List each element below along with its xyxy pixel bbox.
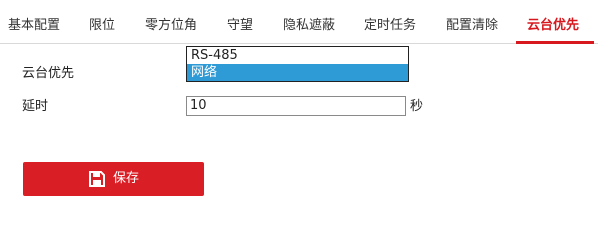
delay-label: 延时 [22, 99, 49, 114]
active-tab-indicator [516, 41, 594, 44]
tab-limit[interactable]: 限位 [89, 16, 115, 36]
tab-park-action[interactable]: 守望 [227, 16, 253, 36]
tab-scheduled-task[interactable]: 定时任务 [364, 16, 416, 36]
priority-label: 云台优先 [22, 66, 75, 81]
priority-option-rs485[interactable]: RS-485 [187, 47, 408, 64]
delay-unit-label: 秒 [410, 99, 424, 114]
save-button-label: 保存 [113, 171, 140, 186]
tab-privacy-mask[interactable]: 隐私遮蔽 [283, 16, 335, 36]
settings-tab-bar: 基本配置 限位 零方位角 守望 隐私遮蔽 定时任务 配置清除 云台优先 [0, 0, 598, 44]
tab-zero-azimuth[interactable]: 零方位角 [145, 16, 197, 36]
priority-select-dropdown[interactable]: RS-485 网络 [186, 46, 409, 82]
delay-input[interactable]: 10 [186, 96, 406, 116]
tab-ptz-priority[interactable]: 云台优先 [527, 16, 579, 36]
priority-option-network[interactable]: 网络 [187, 64, 408, 81]
tab-basic-config[interactable]: 基本配置 [8, 16, 60, 36]
ptz-priority-settings-page: 基本配置 限位 零方位角 守望 隐私遮蔽 定时任务 配置清除 云台优先 云台优先… [0, 0, 598, 224]
save-button[interactable]: 保存 [23, 162, 204, 196]
floppy-disk-icon [89, 171, 105, 187]
tab-config-clear[interactable]: 配置清除 [446, 16, 498, 36]
